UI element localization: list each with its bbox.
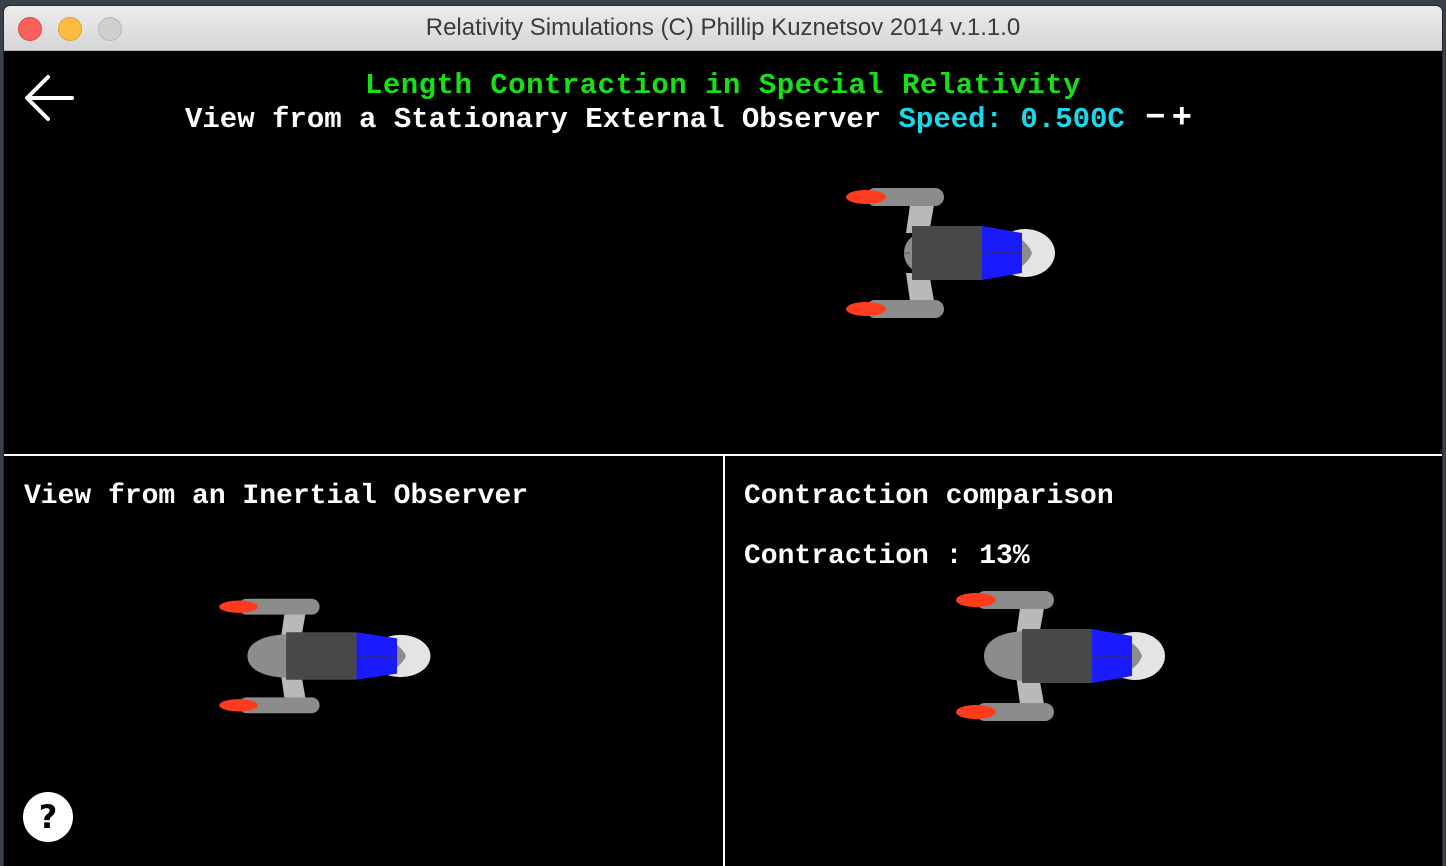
view-subtitle: View from a Stationary External Observer bbox=[185, 103, 882, 136]
speed-value: 0.500C bbox=[1020, 103, 1125, 136]
inertial-panel-title: View from an Inertial Observer bbox=[24, 481, 529, 512]
decrease-speed-button[interactable]: − bbox=[1142, 102, 1168, 136]
title-bar[interactable]: Relativity Simulations (C) Phillip Kuzne… bbox=[4, 6, 1442, 51]
speed-label: Speed: bbox=[898, 103, 1003, 136]
app-window: Relativity Simulations (C) Phillip Kuzne… bbox=[4, 6, 1442, 866]
comparison-panel-title: Contraction comparison bbox=[744, 481, 1114, 512]
spaceship-stationary-view bbox=[846, 188, 1055, 318]
contraction-readout: Contraction : 13% bbox=[744, 541, 1030, 572]
speed-row: View from a Stationary External Observer… bbox=[185, 102, 1195, 136]
spaceship-comparison bbox=[956, 591, 1165, 721]
help-icon[interactable]: ? bbox=[22, 791, 74, 843]
simulation-canvas: Length Contraction in Special Relativity… bbox=[4, 51, 1442, 866]
page-title: Length Contraction in Special Relativity bbox=[364, 69, 1082, 102]
svg-text:?: ? bbox=[39, 798, 58, 836]
vertical-divider bbox=[723, 455, 725, 866]
window-title: Relativity Simulations (C) Phillip Kuzne… bbox=[425, 14, 1021, 41]
increase-speed-button[interactable]: + bbox=[1169, 102, 1195, 136]
spaceship-inertial-view bbox=[219, 598, 431, 714]
